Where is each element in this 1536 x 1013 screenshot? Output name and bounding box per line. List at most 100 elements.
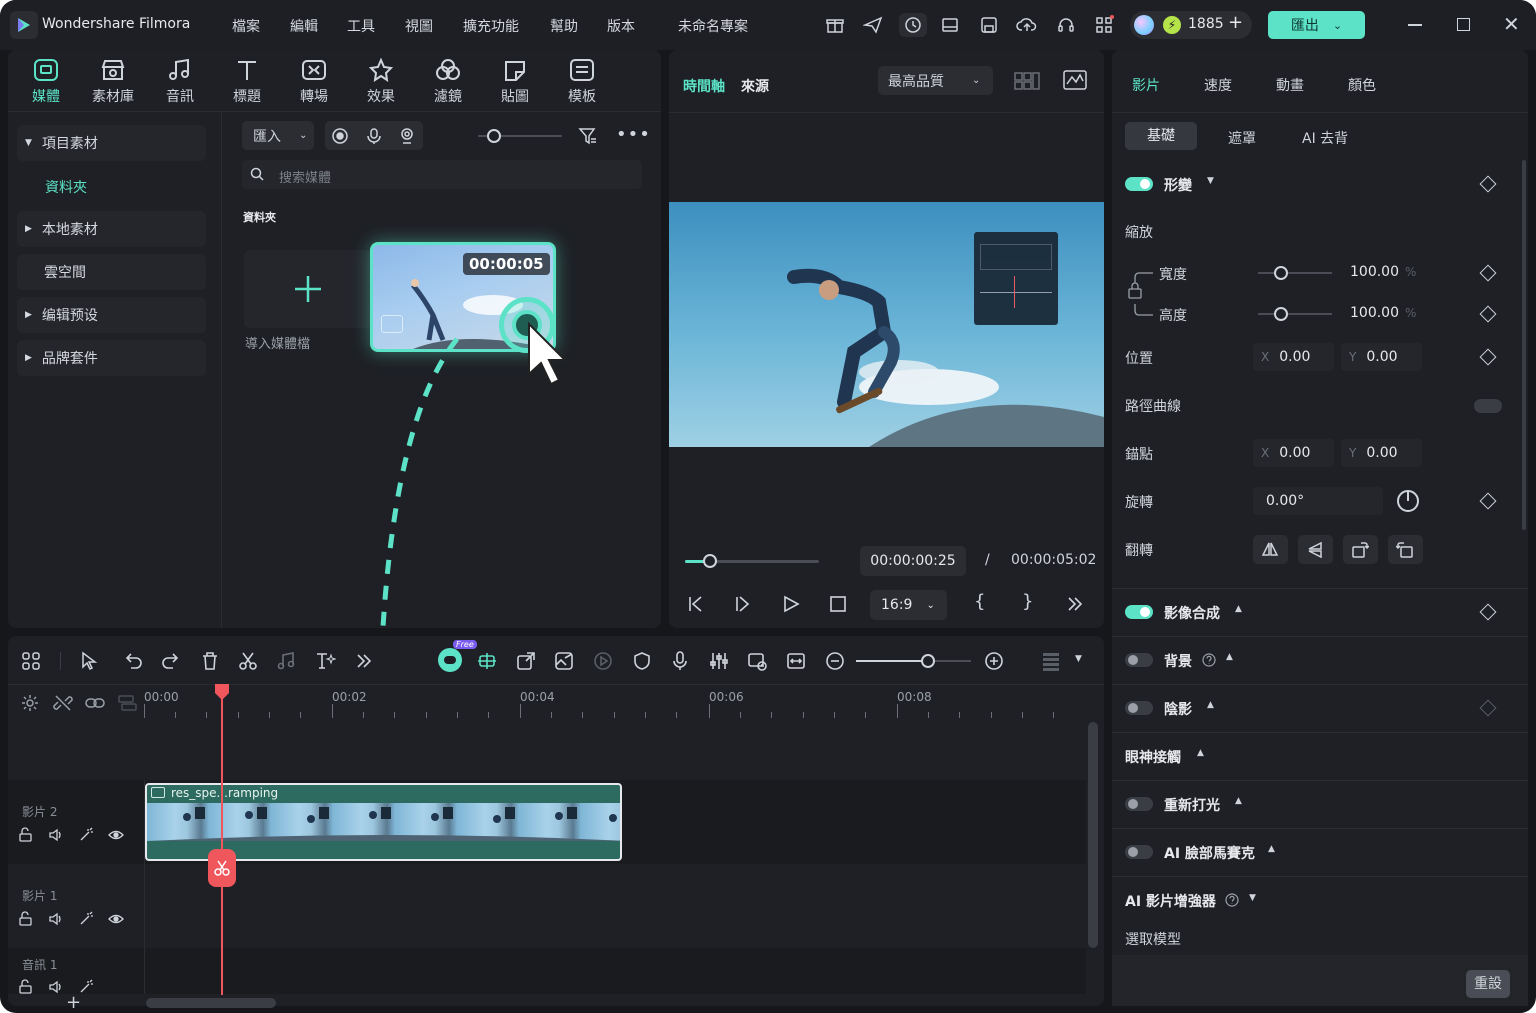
height-value[interactable]: 100.00 bbox=[1350, 305, 1399, 321]
send-icon[interactable] bbox=[861, 13, 885, 37]
playhead-line[interactable] bbox=[221, 695, 223, 995]
link-clips-icon[interactable] bbox=[84, 693, 106, 713]
caret-up-icon[interactable]: ▲ bbox=[1268, 844, 1275, 854]
voiceover-mic-icon[interactable] bbox=[669, 650, 691, 672]
ai-text-icon[interactable] bbox=[314, 650, 336, 672]
mark-out-icon[interactable]: } bbox=[1022, 591, 1033, 612]
lock-icon[interactable] bbox=[18, 827, 34, 843]
rotate-dial-icon[interactable] bbox=[1396, 489, 1420, 513]
tab-color[interactable]: 顏色 bbox=[1348, 75, 1376, 95]
caret-up-icon[interactable]: ▲ bbox=[1207, 700, 1214, 710]
tab-stock[interactable]: 素材庫 bbox=[84, 56, 142, 108]
history-icon[interactable] bbox=[899, 13, 927, 37]
play-icon[interactable] bbox=[780, 594, 802, 614]
more-controls-icon[interactable] bbox=[1066, 595, 1084, 613]
caret-up-icon[interactable]: ▲ bbox=[1235, 604, 1242, 614]
height-slider-handle[interactable] bbox=[1274, 307, 1288, 321]
scope-icon[interactable] bbox=[1063, 70, 1087, 90]
help-icon[interactable] bbox=[1225, 893, 1239, 907]
reset-button[interactable]: 重設 bbox=[1466, 970, 1510, 998]
quality-dropdown[interactable]: 最高品質 ⌄ bbox=[878, 66, 993, 95]
add-track-icon[interactable]: + bbox=[66, 992, 81, 1013]
magic-wand-icon[interactable] bbox=[78, 827, 94, 843]
export-button[interactable]: 匯出 ⌄ bbox=[1268, 11, 1365, 39]
tab-timeline-preview[interactable]: 時間軸 bbox=[683, 76, 725, 96]
shield-icon[interactable] bbox=[631, 650, 653, 672]
caret-down-icon[interactable]: ▼ bbox=[1207, 176, 1214, 186]
rotate-ccw-button[interactable] bbox=[1388, 535, 1423, 564]
cloud-upload-icon[interactable] bbox=[1015, 13, 1039, 37]
width-value[interactable]: 100.00 bbox=[1350, 264, 1399, 280]
split-scissors-button[interactable] bbox=[208, 849, 236, 887]
fit-timeline-icon[interactable] bbox=[785, 650, 807, 672]
undo-icon[interactable] bbox=[122, 650, 144, 672]
tab-animation[interactable]: 動畫 bbox=[1276, 75, 1304, 95]
menu-extensions[interactable]: 擴充功能 bbox=[463, 16, 519, 36]
more-options-icon[interactable]: ••• bbox=[616, 124, 651, 145]
import-dropdown[interactable]: 匯入 ⌄ bbox=[242, 121, 314, 150]
search-input[interactable]: 搜索媒體 bbox=[279, 167, 331, 186]
help-icon[interactable] bbox=[1202, 653, 1216, 667]
lock-icon[interactable] bbox=[18, 911, 34, 927]
menu-file[interactable]: 檔案 bbox=[232, 16, 260, 36]
shadow-toggle[interactable] bbox=[1125, 701, 1153, 715]
minimize-icon[interactable] bbox=[1408, 24, 1422, 26]
zoom-slider-handle[interactable] bbox=[921, 654, 935, 668]
eye-icon[interactable] bbox=[108, 911, 124, 927]
mark-in-icon[interactable]: { bbox=[974, 591, 985, 612]
smart-cut-icon[interactable] bbox=[476, 650, 498, 672]
headset-icon[interactable] bbox=[1054, 13, 1078, 37]
position-x-field[interactable]: X 0.00 bbox=[1253, 343, 1334, 371]
delete-icon[interactable] bbox=[199, 650, 221, 672]
flip-vertical-button[interactable] bbox=[1298, 535, 1333, 564]
credits-badge[interactable]: ⚡ 1885 + bbox=[1130, 11, 1252, 39]
lock-icon[interactable] bbox=[18, 979, 34, 995]
layout-icon[interactable] bbox=[938, 13, 962, 37]
compositing-toggle[interactable] bbox=[1125, 605, 1153, 619]
props-scrollbar[interactable] bbox=[1522, 160, 1526, 530]
subtab-mask[interactable]: 遮罩 bbox=[1228, 128, 1256, 148]
timeline-vertical-scrollbar[interactable] bbox=[1088, 722, 1098, 948]
track-settings-icon[interactable] bbox=[20, 693, 40, 713]
zoom-out-icon[interactable] bbox=[824, 650, 846, 672]
tab-templates[interactable]: 模板 bbox=[553, 56, 611, 108]
track-height-icon[interactable] bbox=[1040, 650, 1062, 672]
menu-tools[interactable]: 工具 bbox=[347, 16, 375, 36]
magic-wand-icon[interactable] bbox=[78, 911, 94, 927]
video-preview[interactable] bbox=[669, 202, 1104, 447]
rotate-cw-button[interactable] bbox=[1343, 535, 1378, 564]
slider-handle[interactable] bbox=[487, 129, 501, 143]
record-screen-icon[interactable] bbox=[331, 127, 349, 145]
save-icon[interactable] bbox=[977, 13, 1001, 37]
tab-video[interactable]: 影片 bbox=[1132, 75, 1160, 95]
transform-toggle[interactable] bbox=[1125, 177, 1153, 191]
expand-toolbar-icon[interactable] bbox=[353, 650, 375, 672]
scissors-icon[interactable] bbox=[237, 650, 259, 672]
anchor-x-field[interactable]: X 0.00 bbox=[1253, 439, 1334, 467]
caret-up-icon[interactable]: ▲ bbox=[1226, 652, 1233, 662]
timeline-horizontal-scrollbar[interactable] bbox=[146, 998, 276, 1008]
prev-frame-icon[interactable] bbox=[686, 594, 708, 614]
ai-mate-icon[interactable] bbox=[438, 648, 462, 672]
flip-horizontal-button[interactable] bbox=[1253, 535, 1288, 564]
import-media-tile[interactable] bbox=[244, 250, 372, 328]
subtab-basic[interactable]: 基礎 bbox=[1125, 122, 1197, 150]
tab-speed[interactable]: 速度 bbox=[1204, 75, 1232, 95]
sidebar-item-local[interactable]: ▶ 本地素材 bbox=[17, 211, 206, 247]
render-preview-icon[interactable] bbox=[746, 650, 768, 672]
tab-source-preview[interactable]: 來源 bbox=[741, 76, 769, 96]
sidebar-item-presets[interactable]: ▶ 编辑预设 bbox=[17, 297, 206, 333]
volume-icon[interactable] bbox=[48, 827, 64, 843]
filter-icon[interactable] bbox=[578, 126, 598, 146]
close-icon[interactable]: ✕ bbox=[1503, 12, 1520, 36]
height-slider[interactable] bbox=[1258, 313, 1332, 315]
tab-audio[interactable]: 音訊 bbox=[151, 56, 209, 108]
stop-icon[interactable] bbox=[827, 594, 849, 614]
search-box[interactable]: 搜索媒體 bbox=[242, 160, 642, 189]
menu-help[interactable]: 幫助 bbox=[550, 16, 578, 36]
sidebar-item-cloud[interactable]: 雲空間 bbox=[17, 254, 206, 290]
tab-media[interactable]: 媒體 bbox=[17, 56, 75, 108]
maximize-icon[interactable] bbox=[1457, 18, 1470, 31]
tab-titles[interactable]: 標題 bbox=[218, 56, 276, 108]
select-tool-icon[interactable] bbox=[79, 650, 101, 672]
